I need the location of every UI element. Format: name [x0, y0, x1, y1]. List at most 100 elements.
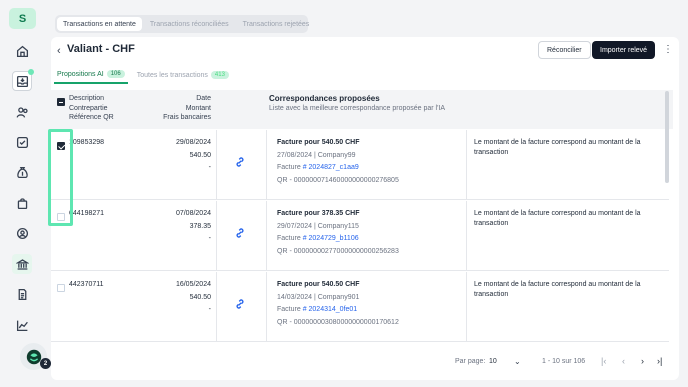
- last-page-icon[interactable]: ›|: [657, 356, 662, 366]
- bank-fee: -: [208, 164, 211, 171]
- reconcile-button[interactable]: Réconcilier: [538, 41, 591, 59]
- table-row[interactable]: 442370711 16/05/2024 540.50 - Facture po…: [51, 272, 669, 342]
- sub-tabs: Propositions AI 106 Toutes les transacti…: [54, 67, 232, 84]
- qr-reference: 109853298: [69, 139, 105, 146]
- invoice-prefix: Facture: [277, 164, 303, 171]
- qr-line: QR - 000000003080000000000170612: [277, 318, 399, 326]
- selection-highlight: [48, 129, 73, 226]
- invoice-prefix: Facture: [277, 306, 303, 313]
- table-row[interactable]: 644198271 07/08/2024 378.35 - Facture po…: [51, 201, 669, 271]
- match-reason: Le montant de la facture correspond au m…: [474, 139, 641, 156]
- chevron-down-icon[interactable]: ⌄: [514, 357, 521, 366]
- tab-pending[interactable]: Transactions en attente: [57, 17, 142, 31]
- invoice-link[interactable]: # 2024827_c1aa9: [303, 164, 359, 171]
- qr-reference: 644198271: [69, 210, 105, 217]
- match-title: Facture pour 540.50 CHF: [277, 139, 360, 146]
- amount: 540.50: [189, 151, 211, 159]
- date-amount: 07/08/2024 378.35 -: [151, 208, 211, 246]
- amount: 540.50: [189, 293, 211, 301]
- bank-fee: -: [208, 306, 211, 313]
- divider: [266, 201, 267, 271]
- import-statement-button[interactable]: Importer relevé: [592, 41, 656, 59]
- more-options-icon[interactable]: ⋮: [663, 44, 673, 55]
- tab-label: Toutes les transactions: [136, 71, 208, 79]
- header-label: Référence QR: [69, 114, 114, 121]
- pagination: Par page: 10 ⌄ 1 - 10 sur 106 |‹ ‹ › ›|: [51, 352, 679, 374]
- invoice-line: Facture # 2024314_0fe01: [277, 304, 399, 317]
- page-title: Valiant - CHF: [67, 43, 135, 55]
- select-all-checkbox[interactable]: [57, 98, 65, 106]
- header-matches: Correspondances proposées Liste avec la …: [269, 94, 445, 113]
- match-meta: 27/08/2024 | Company99: [277, 151, 356, 159]
- divider: [216, 201, 217, 271]
- tab-ai-proposals[interactable]: Propositions AI 106: [54, 67, 128, 84]
- page-range: 1 - 10 sur 106: [542, 358, 586, 365]
- invoice-line: Facture # 2024827_c1aa9: [277, 162, 399, 175]
- divider: [216, 130, 217, 200]
- header-subtitle: Liste avec la meilleure correspondance p…: [269, 104, 446, 112]
- divider: [466, 272, 467, 342]
- bank-fee: -: [208, 235, 211, 242]
- proposed-match[interactable]: Facture pour 540.50 CHF 14/03/2024 | Com…: [277, 279, 399, 329]
- invoice-link[interactable]: # 2024314_0fe01: [303, 306, 358, 313]
- match-title: Facture pour 540.50 CHF: [277, 281, 360, 288]
- back-arrow-icon[interactable]: ‹: [57, 45, 61, 57]
- invoice-prefix: Facture: [277, 235, 303, 242]
- header-description: Description Contrepartie Référence QR: [69, 94, 114, 123]
- match-reason: Le montant de la facture correspond au m…: [474, 281, 641, 298]
- table-header: Description Contrepartie Référence QR Da…: [51, 90, 673, 129]
- match-title: Facture pour 378.35 CHF: [277, 210, 360, 217]
- proposed-match[interactable]: Facture pour 378.35 CHF 29/07/2024 | Com…: [277, 208, 399, 258]
- qr-reference: 442370711: [69, 281, 104, 288]
- header-label: Frais bancaires: [163, 114, 211, 121]
- match-meta: 29/07/2024 | Company115: [277, 222, 359, 230]
- link-icon[interactable]: [234, 298, 246, 310]
- link-icon[interactable]: [234, 156, 246, 168]
- bank-icon[interactable]: [12, 254, 32, 274]
- header-label: Description: [69, 95, 105, 102]
- link-icon[interactable]: [234, 227, 246, 239]
- app-logo[interactable]: S: [9, 8, 36, 29]
- divider: [266, 272, 267, 342]
- home-icon[interactable]: [12, 41, 32, 61]
- notification-dot: [28, 69, 34, 75]
- money-bag-icon[interactable]: [12, 162, 32, 182]
- proposed-match[interactable]: Facture pour 540.50 CHF 27/08/2024 | Com…: [277, 137, 399, 187]
- checklist-icon[interactable]: [12, 132, 32, 152]
- top-tabs: Transactions en attente Transactions réc…: [55, 15, 309, 33]
- date-amount: 29/08/2024 540.50 -: [151, 137, 211, 175]
- tab-all-transactions[interactable]: Toutes les transactions 413: [134, 67, 232, 84]
- table-row[interactable]: 109853298 29/08/2024 540.50 - Facture po…: [51, 130, 669, 200]
- count-badge: 106: [106, 70, 125, 78]
- next-page-icon[interactable]: ›: [641, 356, 644, 366]
- count-badge: 413: [210, 71, 229, 79]
- invoice-link[interactable]: # 2024729_b1106: [303, 235, 359, 242]
- per-page-select[interactable]: 10: [489, 358, 497, 365]
- date: 07/08/2024: [175, 210, 211, 217]
- row-checkbox[interactable]: [57, 284, 65, 292]
- people-icon[interactable]: [12, 102, 32, 122]
- divider: [216, 272, 217, 342]
- tab-reconciled[interactable]: Transactions réconciliées: [144, 17, 235, 31]
- document-icon[interactable]: [12, 284, 32, 304]
- shopping-bag-icon[interactable]: [12, 193, 32, 213]
- per-page-label: Par page:: [455, 358, 486, 365]
- date: 16/05/2024: [175, 281, 211, 288]
- invoice-line: Facture # 2024729_b1106: [277, 233, 399, 246]
- qr-line: QR - 000000071460000000000276805: [277, 176, 399, 184]
- date-amount: 16/05/2024 540.50 -: [151, 279, 211, 317]
- first-page-icon[interactable]: |‹: [601, 356, 606, 366]
- chart-icon[interactable]: [12, 315, 32, 335]
- user-circle-icon[interactable]: [12, 223, 32, 243]
- amount: 378.35: [189, 222, 211, 230]
- divider: [266, 130, 267, 200]
- header-date: Date Montant Frais bancaires: [151, 94, 211, 123]
- sidebar: S: [0, 0, 44, 387]
- qr-line: QR - 000000002770000000000256283: [277, 247, 399, 255]
- match-reason: Le montant de la facture correspond au m…: [474, 210, 641, 227]
- main-panel: ‹ Valiant - CHF Réconcilier Importer rel…: [51, 37, 679, 380]
- inbox-icon[interactable]: [12, 69, 34, 91]
- prev-page-icon[interactable]: ‹: [622, 356, 625, 366]
- header-label: Contrepartie: [69, 104, 108, 112]
- tab-rejected[interactable]: Transactions rejetées: [237, 17, 316, 31]
